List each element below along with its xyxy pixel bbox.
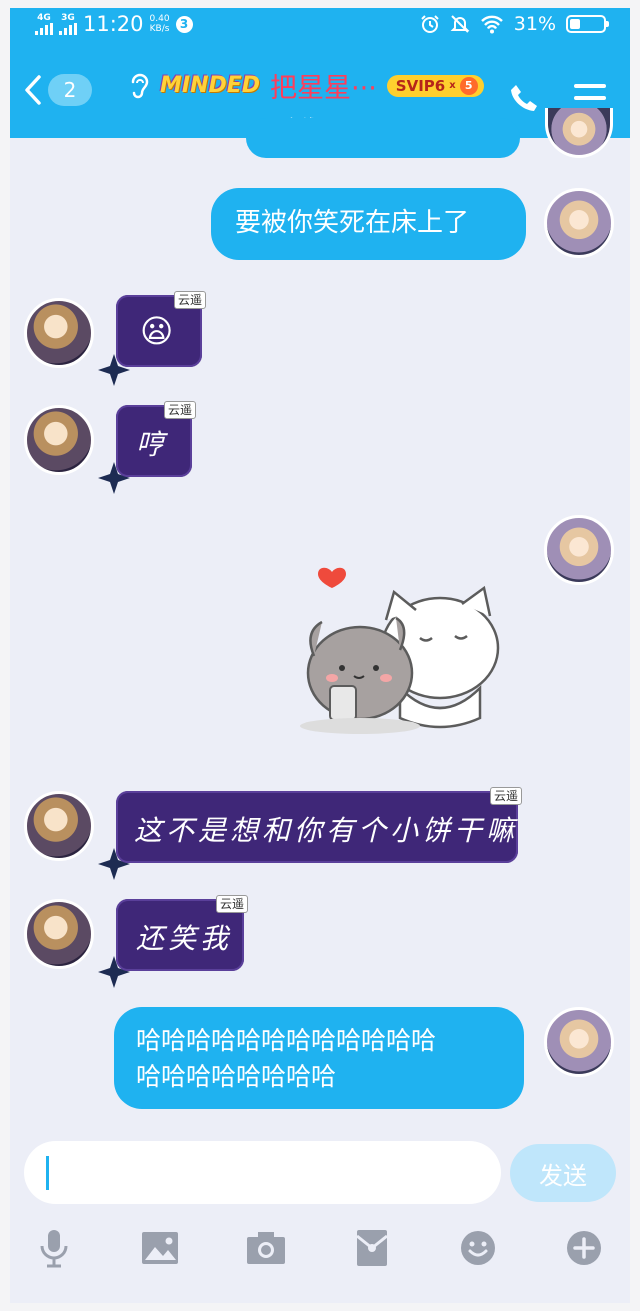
my-avatar[interactable] [545, 108, 613, 158]
vip-badge: SVIP6 x 5 [386, 74, 484, 97]
message-text: 哼 [136, 428, 169, 461]
input-toolbar [10, 1218, 630, 1278]
voice-button[interactable] [30, 1224, 78, 1272]
two-cats-cuddling-sticker[interactable] [290, 558, 510, 738]
contact-avatar[interactable] [24, 405, 94, 475]
contact-avatar[interactable] [24, 791, 94, 861]
message-bubble-received[interactable]: 云遥 哼 [116, 401, 196, 477]
message-bubble-received[interactable]: 云遥 😦 [116, 291, 206, 367]
ear-icon [131, 73, 149, 98]
emoji-button[interactable] [454, 1224, 502, 1272]
camera-icon [247, 1232, 285, 1264]
message-bubble-sent[interactable]: 哈哈哈哈哈哈哈哈哈哈哈哈 哈哈哈哈哈哈哈哈 [114, 1007, 524, 1109]
red-packet-button[interactable] [348, 1224, 396, 1272]
message-text-line: 哈哈哈哈哈哈哈哈哈哈哈哈 [136, 1026, 437, 1055]
call-button[interactable] [508, 82, 540, 118]
message-bubble-sent[interactable]: 要被你笑死在床上了 [211, 188, 526, 260]
message-bubble-received[interactable]: 云遥 这不是想和你有个小饼干嘛 [116, 787, 522, 863]
vip-multiplier: x [449, 80, 456, 91]
plus-icon [567, 1231, 601, 1265]
camera-button[interactable] [242, 1224, 290, 1272]
mute-icon [450, 15, 470, 33]
bubble-tag: 云遥 [489, 787, 522, 805]
message-text-line: 哈哈哈哈哈哈哈哈 [136, 1062, 337, 1091]
more-button[interactable] [560, 1224, 608, 1272]
battery-percent: 31% [513, 13, 556, 35]
back-button[interactable]: 2 [24, 74, 92, 106]
network-type-1: 4G [37, 13, 51, 23]
menu-icon-bar [574, 84, 606, 88]
my-avatar[interactable] [544, 515, 614, 585]
chat-screen: 4G 3G 11:20 0.40 KB/s 3 31% 2 MINDED 把星星… [10, 8, 630, 1303]
battery-icon [566, 15, 609, 33]
network-speed: 0.40 KB/s [150, 14, 170, 34]
menu-icon-bar [574, 96, 606, 100]
network-speed-value: 0.40 [149, 14, 170, 24]
message-text: 这不是想和你有个小饼干嘛 [134, 814, 519, 847]
emoji-icon [461, 1231, 495, 1265]
message-text: 还笑我 [136, 922, 233, 955]
contact-avatar[interactable] [24, 298, 94, 368]
vip-badge-label: SVIP6 [395, 76, 446, 95]
phone-icon [511, 85, 537, 111]
network-type-2: 3G [61, 13, 75, 23]
battery-level-fill [570, 19, 580, 29]
bubble-tag: 云遥 [215, 895, 248, 913]
contact-avatar[interactable] [24, 899, 94, 969]
notification-count-badge: 3 [175, 15, 193, 33]
wifi-icon [480, 15, 503, 34]
clock: 11:20 [83, 12, 144, 36]
signal-icon: 4G [35, 13, 53, 35]
red-packet-icon [356, 1230, 388, 1266]
contact-name: 把星星··· [270, 73, 377, 104]
my-avatar[interactable] [544, 188, 614, 258]
unread-count-badge: 2 [48, 74, 92, 106]
decoration-badge: MINDED [160, 73, 261, 98]
vip-level: 5 [459, 76, 478, 95]
image-button[interactable] [136, 1224, 184, 1272]
message-input[interactable] [24, 1141, 501, 1204]
sad-face-emoji: 😦 [140, 312, 174, 350]
send-button[interactable]: 发送 [510, 1144, 616, 1202]
bubble-tag: 云遥 [163, 401, 196, 419]
message-bubble-received[interactable]: 云遥 还笑我 [116, 895, 248, 971]
status-bar: 4G 3G 11:20 0.40 KB/s 3 31% [10, 8, 630, 44]
alarm-icon [421, 15, 439, 33]
text-cursor [46, 1156, 49, 1190]
contact-title[interactable]: MINDED 把星星··· SVIP6 x 5 [128, 66, 484, 105]
network-speed-unit: KB/s [149, 24, 170, 34]
chevron-left-icon [25, 75, 41, 105]
image-icon [142, 1232, 178, 1264]
bubble-tag: 云遥 [173, 291, 206, 309]
previous-message-bubble[interactable] [246, 118, 520, 158]
my-avatar[interactable] [544, 1007, 614, 1077]
signal-icon: 3G [59, 13, 77, 35]
message-text: 要被你笑死在床上了 [235, 208, 470, 238]
microphone-icon [40, 1230, 68, 1268]
